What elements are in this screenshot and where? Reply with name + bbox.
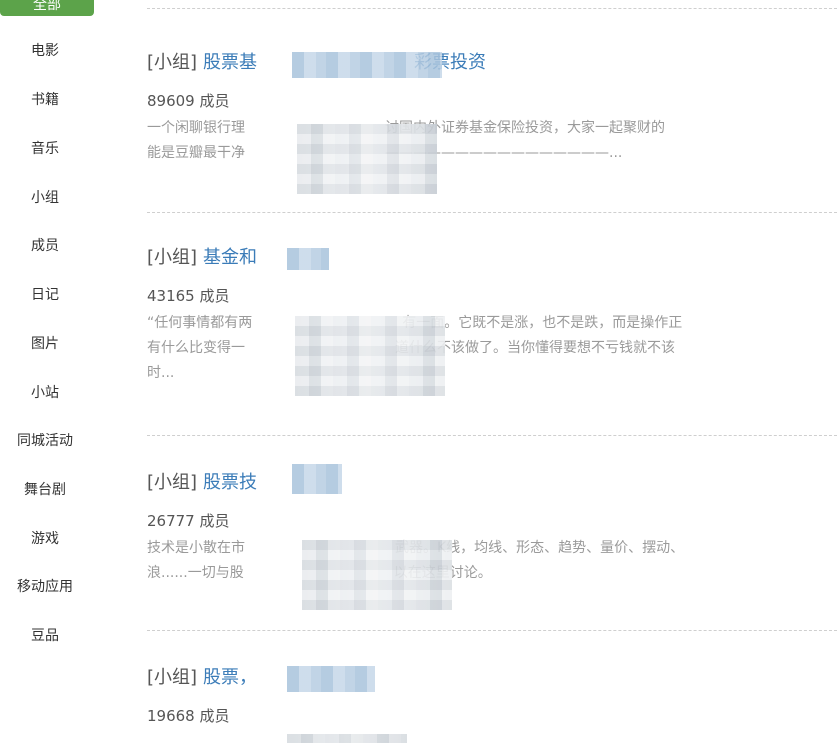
member-count: 43165 成员 <box>147 287 230 305</box>
category-sidebar: 全部 电影 书籍 音乐 小组 成员 日记 图片 小站 同城活动 舞台剧 游戏 移… <box>0 0 100 743</box>
sidebar-item-all[interactable]: 全部 <box>0 0 94 16</box>
divider <box>147 8 837 9</box>
member-count: 89609 成员 <box>147 92 230 110</box>
sidebar-item-diary[interactable]: 日记 <box>0 284 90 304</box>
result-item: [小组] 股票， 19668 成员 <box>147 666 840 726</box>
member-count: 26777 成员 <box>147 512 230 530</box>
snippet-text: 一个闲聊银行理 <box>147 120 245 136</box>
result-snippet: 一个闲聊银行理 讨国内外证券基金保险投资，大家一起聚财的 能是豆瓣最干净 —————… <box>147 116 840 166</box>
result-item: [小组] 股票基 彩票投资 89609 成员 一个闲聊银行理 讨国内外证券基金保险投资… <box>147 51 840 166</box>
title-redaction <box>292 464 342 494</box>
result-title-start: 股票技 <box>203 472 258 493</box>
member-count: 19668 成员 <box>147 707 230 725</box>
snippet-redaction <box>295 316 445 396</box>
snippet-redaction <box>287 734 407 743</box>
snippet-text: 能是豆瓣最干净 <box>147 145 245 161</box>
snippet-text: 有什么比变得一 <box>147 340 245 356</box>
snippet-text: 浪......一切与股 <box>147 565 244 581</box>
snippet-redaction <box>297 124 437 194</box>
snippet-text: “任何事情都有两 <box>147 315 253 331</box>
sidebar-item-apps[interactable]: 移动应用 <box>0 576 90 596</box>
sidebar-item-groups[interactable]: 小组 <box>0 187 90 207</box>
title-redaction <box>287 666 375 692</box>
result-title-link[interactable]: 股票， <box>203 667 257 688</box>
result-tag: [小组] <box>147 472 198 493</box>
result-title-start: 股票基 <box>203 52 258 73</box>
result-title-start: 股票， <box>203 667 258 688</box>
result-item: [小组] 股票技 26777 成员 技术是小散在市 武器。K线，均线、形态、趋势、量… <box>147 471 840 586</box>
sidebar-item-movie[interactable]: 电影 <box>0 40 90 60</box>
result-tag: [小组] <box>147 52 198 73</box>
search-results-page: 全部 电影 书籍 音乐 小组 成员 日记 图片 小站 同城活动 舞台剧 游戏 移… <box>0 0 840 743</box>
sidebar-item-games[interactable]: 游戏 <box>0 528 90 548</box>
title-redaction <box>287 248 329 270</box>
sidebar-item-drama[interactable]: 舞台剧 <box>0 479 90 499</box>
divider <box>147 212 837 213</box>
result-title-link[interactable]: 股票技 <box>203 472 257 493</box>
results-list: [小组] 股票基 彩票投资 89609 成员 一个闲聊银行理 讨国内外证券基金保险投资… <box>147 0 840 743</box>
sidebar-item-books[interactable]: 书籍 <box>0 89 90 109</box>
result-title-link[interactable]: 基金和 <box>203 247 257 268</box>
snippet-text: 技术是小散在市 <box>147 540 245 556</box>
snippet-text: 时... <box>147 365 175 381</box>
result-item: [小组] 基金和 43165 成员 “任何事情都有两 有一面。它既不是涨，也不是跌，… <box>147 246 840 386</box>
result-snippet: “任何事情都有两 有一面。它既不是涨，也不是跌，而是操作正 有什么比变得一 道什么不… <box>147 311 840 386</box>
result-tag: [小组] <box>147 247 198 268</box>
sidebar-item-local-events[interactable]: 同城活动 <box>0 430 90 450</box>
sidebar-item-sites[interactable]: 小站 <box>0 382 90 402</box>
sidebar-item-members[interactable]: 成员 <box>0 235 90 255</box>
result-snippet: 技术是小散在市 武器。K线，均线、形态、趋势、量价、摆动、 浪......一切与股… <box>147 536 840 586</box>
title-redaction <box>292 52 442 78</box>
divider <box>147 435 837 436</box>
sidebar-item-music[interactable]: 音乐 <box>0 138 90 158</box>
result-tag: [小组] <box>147 667 198 688</box>
sidebar-item-photos[interactable]: 图片 <box>0 333 90 353</box>
sidebar-item-douban-products[interactable]: 豆品 <box>0 625 90 645</box>
result-title-start: 基金和 <box>203 247 258 268</box>
divider <box>147 630 837 631</box>
snippet-redaction <box>302 540 452 610</box>
